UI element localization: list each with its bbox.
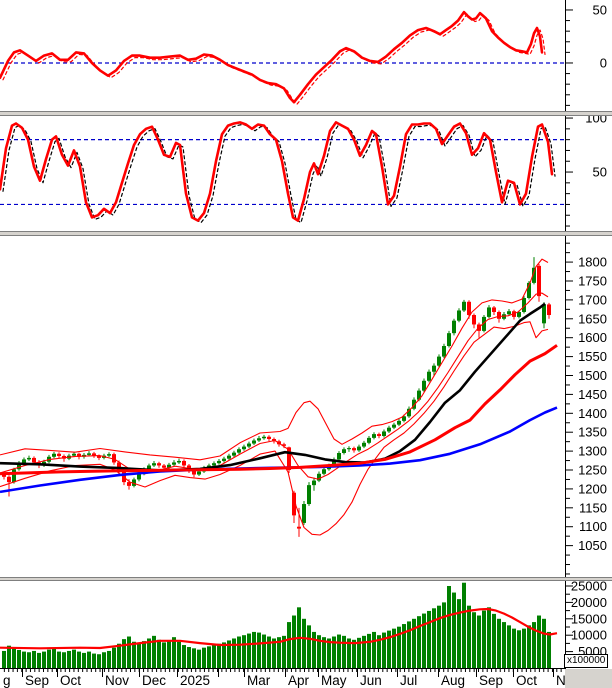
bollinger-upper-line [0, 259, 548, 460]
price-panel: 1050 1100 1150 1200 1250 1300 1350 1400 1450 1500… [0, 236, 612, 577]
month-label: Oct [516, 673, 537, 688]
y-tick-label: 0 [600, 55, 607, 70]
y-tick-label: 1300 [578, 444, 607, 459]
axis-corner [565, 669, 612, 688]
y-tick-label: 20000 [571, 595, 607, 610]
y-tick-label: 15000 [571, 611, 607, 626]
y-axis-ticks: 50 100 [565, 116, 607, 226]
y-tick-label: 10000 [571, 628, 607, 643]
y-tick-label: 1100 [579, 519, 607, 534]
momentum-signal-line [3, 14, 545, 104]
y-tick-label: 1200 [578, 481, 607, 496]
month-label: Jul [400, 673, 417, 688]
month-label: 2025 [180, 673, 210, 688]
y-tick-label: 25000 [571, 581, 607, 593]
price-plot: 1050 1100 1150 1200 1250 1300 1350 1400 1450 1500… [0, 236, 612, 577]
momentum-panel: 0 50 [0, 0, 612, 111]
ma-black-line [0, 304, 545, 471]
y-tick-label: 50 [593, 2, 607, 17]
y-tick-label: 1600 [578, 330, 607, 345]
y-axis-ticks: 0 50 [565, 2, 607, 105]
volume-bars-group [2, 583, 551, 668]
y-tick-label: 50 [593, 165, 607, 180]
y-tick-label: 1500 [578, 368, 607, 383]
volume-plot: 500010000150002000025000 [0, 581, 612, 668]
month-label: Sep [479, 673, 503, 688]
month-label: g [3, 673, 11, 688]
y-tick-label: 1800 [578, 255, 607, 270]
month-label: Apr [288, 673, 310, 688]
time-axis-plot: g Sep Oct Nov Dec 2025 Mar Apr May Jun Jul Aug Sep Oc… [0, 668, 612, 688]
y-axis-ticks: 500010000150002000025000 [565, 581, 607, 660]
y-tick-label: 1050 [578, 538, 607, 553]
y-tick-label: 1400 [578, 406, 607, 421]
month-label: Oct [60, 673, 81, 688]
month-label: Nov [105, 673, 129, 688]
bollinger-lower-line [0, 322, 548, 535]
month-label: Sep [25, 673, 49, 688]
stochastic-panel: 50 100 [0, 116, 612, 231]
month-label: May [321, 673, 347, 688]
y-tick-label: 1650 [578, 311, 607, 326]
month-label: Dec [142, 673, 166, 688]
y-tick-label: 1350 [578, 425, 607, 440]
volume-scale-note: x100000 [564, 654, 608, 668]
month-label: Mar [247, 673, 271, 688]
x-axis-ticks: g Sep Oct Nov Dec 2025 Mar Apr May Jun Jul Aug Sep Oc… [3, 668, 566, 688]
y-axis-ticks: 1050 1100 1150 1200 1250 1300 1350 1400 1450 1500… [565, 243, 607, 574]
month-label: Jun [360, 673, 382, 688]
momentum-line [0, 12, 542, 102]
stochastic-plot: 50 100 [0, 116, 612, 231]
y-tick-label: 1250 [578, 463, 607, 478]
month-label: Aug [441, 673, 465, 688]
momentum-plot: 0 50 [0, 0, 612, 111]
y-tick-label: 1450 [578, 387, 607, 402]
technical-analysis-chart: 0 50 50 100 1050 1100 1150 1200 1250 1300 1350 14… [0, 0, 612, 688]
volume-panel: 500010000150002000025000 [0, 581, 612, 668]
time-axis: g Sep Oct Nov Dec 2025 Mar Apr May Jun Jul Aug Sep Oc… [0, 668, 612, 688]
y-tick-label: 1750 [578, 273, 607, 288]
ma-blue-line [0, 408, 557, 492]
candles-group [2, 257, 551, 537]
y-tick-label: 100 [585, 116, 607, 126]
y-tick-label: 1700 [578, 292, 607, 307]
y-tick-label: 1550 [578, 349, 607, 364]
y-tick-label: 1150 [579, 500, 607, 515]
